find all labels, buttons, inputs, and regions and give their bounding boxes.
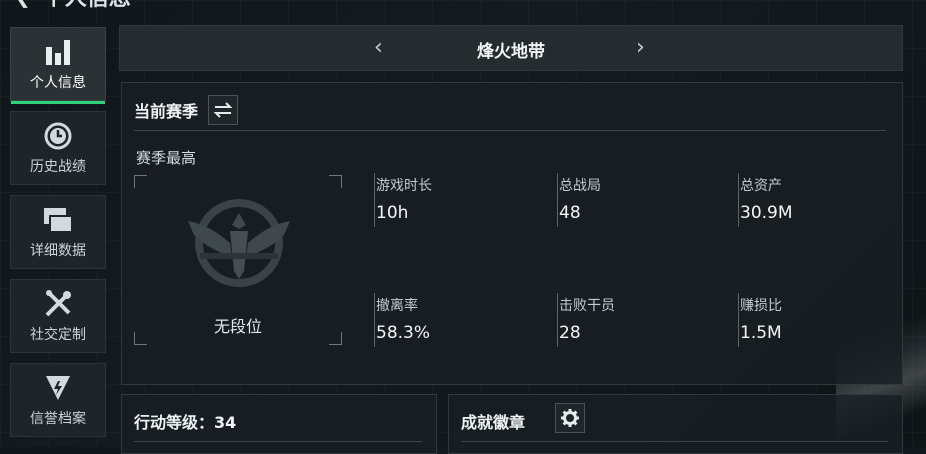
achievements-settings-button[interactable] bbox=[555, 403, 585, 433]
season-best-title: 赛季最高 bbox=[136, 149, 197, 167]
swap-season-button[interactable] bbox=[208, 95, 239, 125]
stat-value: 58.3% bbox=[376, 323, 431, 343]
stat-key: 总资产 bbox=[740, 178, 782, 194]
sidebar-item-label: 信誉档案 bbox=[30, 411, 86, 427]
season-panel-header: 当前赛季 bbox=[134, 95, 239, 125]
next-mode-chevron-right-icon[interactable]: › bbox=[636, 35, 645, 60]
sidebar-item-profile[interactable]: 个人信息 bbox=[10, 27, 106, 104]
gear-icon bbox=[561, 409, 579, 427]
action-level-label: 行动等级：34 bbox=[134, 413, 237, 432]
stat-divider bbox=[557, 293, 558, 347]
frame-corner bbox=[134, 175, 147, 188]
sidebar-item-label: 社交定制 bbox=[30, 327, 86, 343]
achievements-panel: 成就徽章 bbox=[448, 394, 903, 454]
divider bbox=[461, 441, 888, 442]
cards-icon bbox=[41, 204, 75, 236]
action-level-panel: 行动等级：34 bbox=[121, 394, 437, 454]
sidebar-item-label: 历史战绩 bbox=[30, 159, 86, 175]
rank-box: 无段位 bbox=[134, 175, 342, 345]
page-header: ❮ 个人信息 bbox=[14, 0, 131, 11]
tools-icon bbox=[41, 288, 75, 320]
stat-total-assets: 总资产 30.9M bbox=[738, 171, 908, 231]
stat-playtime: 游戏时长 10h bbox=[374, 171, 544, 231]
back-chevron-left-icon[interactable]: ❮ bbox=[14, 0, 31, 8]
page-title: 个人信息 bbox=[43, 0, 131, 12]
stat-key: 总战局 bbox=[559, 178, 601, 194]
stat-value: 30.9M bbox=[740, 203, 793, 223]
stat-value: 48 bbox=[559, 203, 581, 223]
sidebar-item-history[interactable]: 历史战绩 bbox=[10, 111, 106, 185]
clock-history-icon bbox=[41, 120, 75, 152]
divider bbox=[134, 130, 886, 131]
stat-total-matches: 总战局 48 bbox=[557, 171, 727, 231]
stat-value: 28 bbox=[559, 323, 581, 343]
stat-divider bbox=[374, 173, 375, 227]
stat-key: 击败干员 bbox=[559, 298, 615, 314]
stat-key: 游戏时长 bbox=[376, 178, 432, 194]
stat-divider bbox=[738, 293, 739, 347]
stat-divider bbox=[557, 173, 558, 227]
mode-name: 烽火地带 bbox=[477, 42, 545, 62]
season-panel-title: 当前赛季 bbox=[134, 102, 199, 121]
stat-extraction-rate: 撤离率 58.3% bbox=[374, 291, 544, 351]
stat-key: 赚损比 bbox=[740, 298, 782, 314]
sidebar-item-label: 个人信息 bbox=[30, 75, 86, 91]
stat-key: 撤离率 bbox=[376, 298, 418, 314]
mode-selector: ‹ 烽火地带 › bbox=[119, 25, 903, 71]
sidebar-item-social[interactable]: 社交定制 bbox=[10, 279, 106, 353]
stat-value: 10h bbox=[376, 203, 409, 223]
sidebar-item-label: 详细数据 bbox=[30, 243, 86, 259]
sidebar-item-credit[interactable]: 信誉档案 bbox=[10, 363, 106, 437]
sidebar-item-details[interactable]: 详细数据 bbox=[10, 195, 106, 269]
divider bbox=[134, 441, 422, 442]
rank-label: 无段位 bbox=[213, 317, 262, 336]
shield-badge-icon bbox=[41, 372, 75, 404]
stat-operators-defeated: 击败干员 28 bbox=[557, 291, 727, 351]
bar-chart-icon bbox=[41, 36, 75, 68]
eagle-emblem-icon bbox=[188, 199, 290, 287]
stat-divider bbox=[738, 173, 739, 227]
swap-icon bbox=[213, 102, 233, 118]
frame-corner bbox=[329, 175, 342, 188]
stat-value: 1.5M bbox=[740, 323, 782, 343]
stat-divider bbox=[374, 293, 375, 347]
season-panel: 当前赛季 赛季最高 无段位 游戏时长 10h 总战局 48 总资产 30.9M … bbox=[121, 82, 903, 385]
stats-grid: 游戏时长 10h 总战局 48 总资产 30.9M 撤离率 58.3% 击败干员… bbox=[374, 171, 894, 351]
stat-profit-loss-ratio: 赚损比 1.5M bbox=[738, 291, 908, 351]
achievements-title: 成就徽章 bbox=[461, 413, 526, 432]
